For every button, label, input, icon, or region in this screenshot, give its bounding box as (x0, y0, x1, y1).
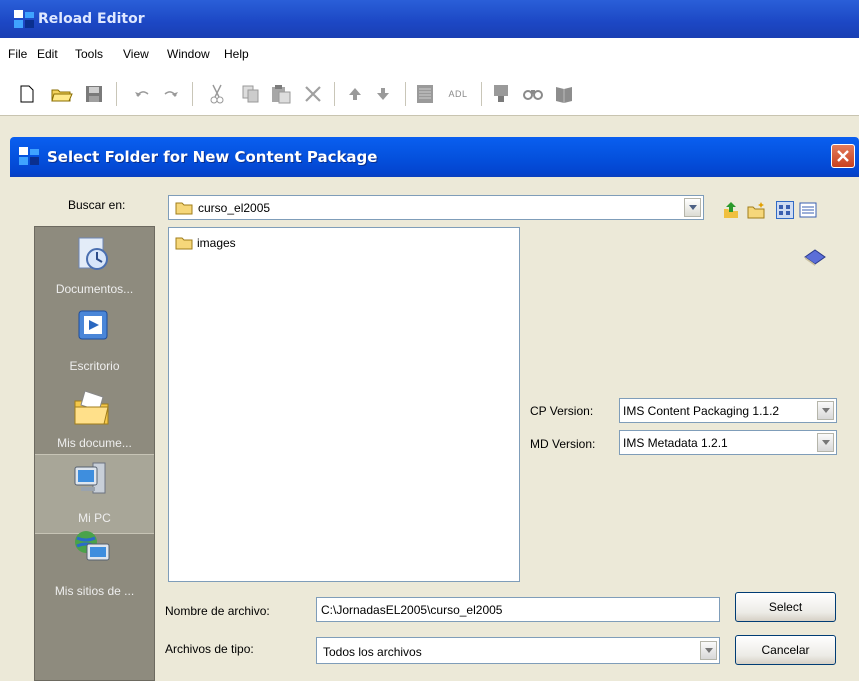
move-down-icon[interactable] (372, 84, 394, 104)
reload-dialog-icon (19, 147, 39, 165)
new-file-icon[interactable] (16, 84, 38, 104)
menu-file[interactable]: File (8, 47, 27, 61)
folder-icon (175, 237, 193, 250)
paste-icon[interactable] (270, 84, 292, 104)
recent-documents-icon (78, 237, 108, 270)
filetype-label: Archivos de tipo: (165, 642, 254, 656)
details-view-icon[interactable] (799, 201, 817, 219)
undo-icon[interactable] (131, 84, 153, 104)
file-name: images (197, 236, 236, 250)
adl-button[interactable]: ADL (443, 84, 473, 104)
document-icon[interactable] (414, 84, 436, 104)
place-label: Mis docume... (57, 436, 132, 450)
my-computer-icon (74, 462, 106, 494)
place-desktop[interactable]: Escritorio (35, 303, 154, 383)
copy-icon[interactable] (240, 84, 262, 104)
up-one-level-icon[interactable] (722, 201, 740, 219)
file-list[interactable]: images (168, 227, 520, 582)
md-version-value: IMS Metadata 1.2.1 (623, 436, 728, 450)
chevron-down-icon[interactable] (817, 433, 834, 452)
md-version-label: MD Version: (530, 437, 596, 451)
menu-tools[interactable]: Tools (75, 47, 103, 61)
app-title: Reload Editor (38, 11, 145, 27)
select-button[interactable]: Select (735, 592, 836, 622)
place-network[interactable]: Mis sitios de ... (35, 531, 154, 612)
places-bar: Documentos... Escritorio Mis docume... M… (34, 226, 155, 681)
md-version-select[interactable]: IMS Metadata 1.2.1 (619, 430, 837, 455)
reload-app-icon (14, 10, 34, 28)
desktop-icon (78, 310, 108, 340)
list-view-icon[interactable] (776, 201, 794, 219)
my-documents-folder-icon (74, 390, 109, 425)
folder-icon (175, 202, 193, 215)
toolbar: ADL (0, 70, 859, 116)
save-icon[interactable] (83, 84, 105, 104)
look-in-combo[interactable]: curso_el2005 (168, 195, 704, 220)
menu-window[interactable]: Window (167, 47, 210, 61)
place-label: Escritorio (69, 359, 120, 373)
filename-value: C:\JornadasEL2005\curso_el2005 (321, 603, 503, 617)
redo-icon[interactable] (160, 84, 182, 104)
place-my-computer[interactable]: Mi PC (35, 454, 154, 534)
close-button[interactable] (831, 144, 855, 168)
chevron-down-icon[interactable] (700, 641, 717, 660)
look-in-label: Buscar en: (68, 198, 126, 212)
cp-version-label: CP Version: (530, 404, 594, 418)
book-icon (804, 249, 826, 266)
delete-icon[interactable] (302, 84, 324, 104)
close-icon (837, 150, 849, 162)
place-my-documents[interactable]: Mis docume... (35, 381, 154, 461)
book-icon[interactable] (553, 84, 575, 104)
menu-help[interactable]: Help (224, 47, 249, 61)
place-label: Documentos... (55, 282, 134, 296)
app-titlebar: Reload Editor (0, 0, 859, 38)
menubar: File Edit Tools View Window Help (0, 38, 859, 70)
network-globe-icon (75, 531, 110, 561)
chevron-down-icon[interactable] (817, 401, 834, 420)
cp-version-value: IMS Content Packaging 1.1.2 (623, 404, 780, 418)
look-in-value: curso_el2005 (198, 201, 271, 215)
menu-edit[interactable]: Edit (37, 47, 58, 61)
filetype-value: Todos los archivos (323, 645, 422, 659)
list-item[interactable]: images (175, 234, 236, 252)
cancel-button[interactable]: Cancelar (735, 635, 836, 665)
open-folder-icon[interactable] (51, 84, 73, 104)
filename-label: Nombre de archivo: (165, 604, 270, 618)
preview-icon[interactable] (491, 84, 513, 104)
select-folder-dialog: Select Folder for New Content Package Bu… (10, 120, 859, 681)
filename-input[interactable]: C:\JornadasEL2005\curso_el2005 (316, 597, 720, 622)
place-label: Mi PC (78, 511, 111, 525)
place-label: Mis sitios de ... (54, 584, 135, 598)
place-documents[interactable]: Documentos... (35, 227, 154, 307)
cp-version-select[interactable]: IMS Content Packaging 1.1.2 (619, 398, 837, 423)
dialog-titlebar[interactable]: Select Folder for New Content Package (10, 137, 859, 177)
cut-icon[interactable] (206, 84, 228, 104)
menu-view[interactable]: View (123, 47, 149, 61)
move-up-icon[interactable] (344, 84, 366, 104)
chevron-down-icon[interactable] (684, 198, 701, 217)
filetype-select[interactable]: Todos los archivos (316, 637, 720, 664)
find-binoculars-icon[interactable] (522, 84, 544, 104)
new-folder-icon[interactable] (747, 201, 765, 219)
dialog-title: Select Folder for New Content Package (47, 148, 378, 166)
